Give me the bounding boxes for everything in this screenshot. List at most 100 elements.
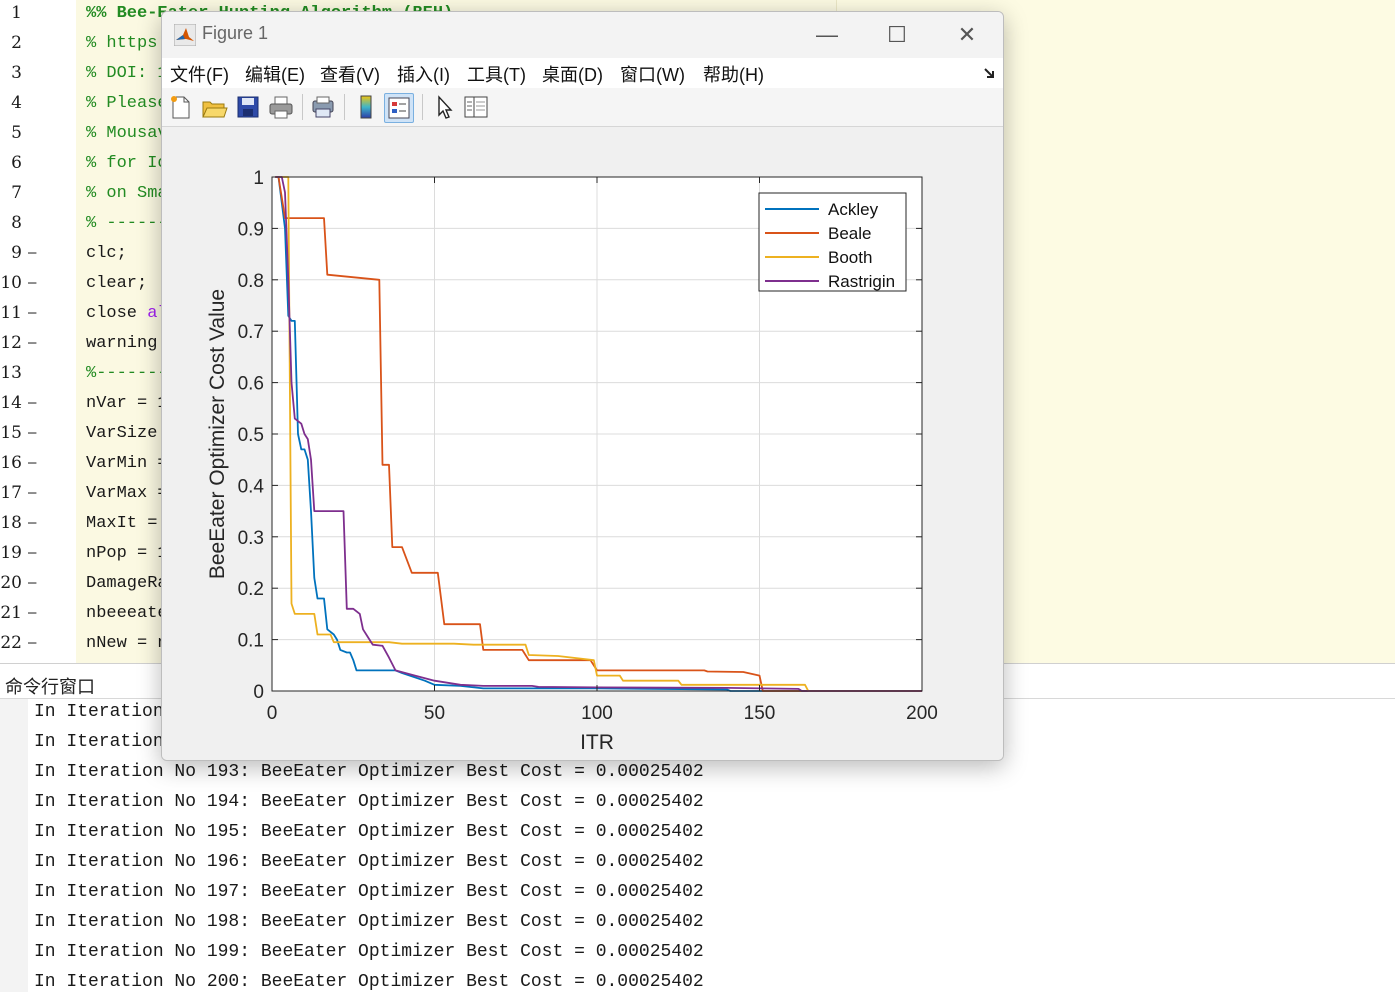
x-tick-label: 200 [906, 703, 938, 724]
menu-insert[interactable]: 插入(I) [397, 61, 450, 87]
legend-button[interactable] [384, 93, 414, 123]
menu-edit[interactable]: 编辑(E) [245, 61, 305, 87]
code-line: MaxIt = [86, 514, 157, 533]
y-tick-label: 0.4 [238, 476, 265, 497]
close-icon: ✕ [957, 22, 977, 47]
figure-titlebar[interactable]: Figure 1 — ☐ ✕ [162, 12, 1003, 58]
line-number: 21 [0, 603, 22, 623]
breakpoint-marker[interactable]: — [28, 425, 36, 441]
code-line: % on Sma [86, 184, 168, 203]
pointer-icon [438, 95, 453, 119]
line-number: 6 [11, 153, 22, 173]
code-token: % DOI: 1 [86, 64, 168, 83]
close-button[interactable]: ✕ [947, 20, 987, 50]
code-token: VarMax = [86, 484, 168, 503]
breakpoint-marker[interactable]: — [28, 335, 36, 351]
y-tick-label: 0.5 [238, 425, 264, 446]
code-token: warning [86, 334, 158, 353]
breakpoint-marker[interactable]: — [28, 575, 36, 591]
code-token: nPop = 1 [86, 544, 168, 563]
code-line: VarMin = [86, 454, 168, 473]
figure-window[interactable]: Figure 1 — ☐ ✕ 文件(F) 编辑(E) 查看(V) 插入(I) 工… [161, 11, 1004, 761]
line-number: 14 [0, 393, 22, 413]
minimize-button[interactable]: — [807, 20, 847, 50]
line-number: 3 [11, 63, 22, 83]
code-token: clc; [86, 244, 127, 263]
legend-label: Rastrigin [828, 272, 895, 291]
code-token: VarMin = [86, 454, 168, 473]
code-line: nVar = 1 [86, 394, 168, 413]
menu-view[interactable]: 查看(V) [320, 61, 380, 87]
maximize-button[interactable]: ☐ [877, 20, 917, 50]
figure-toolbar [162, 88, 1003, 127]
save-button[interactable] [234, 93, 262, 121]
property-inspector-button[interactable] [462, 93, 490, 121]
print-button[interactable] [267, 93, 295, 121]
breakpoint-marker[interactable]: — [28, 245, 36, 261]
y-tick-label: 0.3 [238, 528, 264, 549]
line-number: 20 [0, 573, 22, 593]
x-tick-label: 0 [267, 703, 278, 724]
breakpoint-marker[interactable]: — [28, 275, 36, 291]
dock-arrow-icon[interactable] [984, 68, 996, 80]
menu-window[interactable]: 窗口(W) [620, 61, 685, 87]
print-preview-icon [312, 96, 334, 118]
menu-help[interactable]: 帮助(H) [703, 61, 764, 87]
line-number: 13 [0, 363, 22, 383]
menu-tools[interactable]: 工具(T) [467, 61, 526, 87]
plot-area: 0 50 100 150 200 0 0.1 0.2 0.3 0.4 0.5 0.6 0.7 0.8 0.9… [162, 127, 1003, 760]
line-number: 18 [0, 513, 22, 533]
code-line: close al [86, 304, 168, 323]
menu-file[interactable]: 文件(F) [170, 61, 229, 87]
code-line: % https: [86, 34, 168, 53]
code-token: close [86, 304, 148, 323]
code-line: % ------ [86, 214, 168, 233]
code-token: % for Io [86, 154, 168, 173]
code-line: nPop = 1 [86, 544, 168, 563]
y-tick-label: 1 [253, 168, 264, 189]
open-file-button[interactable] [200, 93, 228, 121]
code-token: % https: [86, 34, 168, 53]
toolbar-separator [422, 94, 423, 120]
new-figure-icon [171, 96, 190, 119]
menu-desktop[interactable]: 桌面(D) [542, 61, 603, 87]
command-output-line: In Iteration No 197: BeeEater Optimizer … [34, 882, 704, 902]
print-preview-button[interactable] [309, 93, 337, 121]
command-output-line: In Iteration No 200: BeeEater Optimizer … [34, 972, 704, 992]
command-output-line: In Iteration No 199: BeeEater Optimizer … [34, 942, 704, 962]
y-tick-label: 0.7 [238, 322, 264, 343]
line-number: 7 [11, 183, 22, 203]
code-line: % DOI: 1 [86, 64, 168, 83]
line-number: 9 [11, 243, 22, 263]
legend-label: Beale [828, 224, 871, 243]
line-number: 2 [11, 33, 22, 53]
code-token: % Mousav [86, 124, 168, 143]
legend[interactable]: Ackley Beale Booth Rastrigin [758, 192, 907, 292]
breakpoint-marker[interactable]: — [28, 455, 36, 471]
code-line: VarMax = [86, 484, 168, 503]
colorbar-icon [360, 95, 372, 119]
command-output-line: In Iteration No 198: BeeEater Optimizer … [34, 912, 704, 932]
line-chart[interactable]: 0 50 100 150 200 0 0.1 0.2 0.3 0.4 0.5 0.6 0.7 0.8 0.9… [162, 127, 1003, 760]
code-token: % Please [86, 94, 168, 113]
line-number-gutter: 1 2 3 4 5 6 7 8 9—10—11—12—13 14—15—16—17—18—19—2… [0, 0, 48, 663]
edit-plot-button[interactable] [430, 93, 458, 121]
code-token: MaxIt = [86, 514, 158, 533]
new-figure-button[interactable] [167, 93, 195, 121]
breakpoint-marker[interactable]: — [28, 545, 36, 561]
line-number: 11 [0, 303, 22, 323]
breakpoint-marker[interactable]: — [28, 605, 36, 621]
breakpoint-marker[interactable]: — [28, 395, 36, 411]
colorbar-button[interactable] [352, 93, 380, 121]
breakpoint-marker[interactable]: — [28, 485, 36, 501]
line-number: 22 [0, 633, 22, 653]
save-icon [237, 96, 259, 118]
breakpoint-marker[interactable]: — [28, 515, 36, 531]
line-number: 10 [0, 273, 22, 293]
line-number: 8 [11, 213, 22, 233]
breakpoint-marker[interactable]: — [28, 305, 36, 321]
y-tick-label: 0.9 [238, 219, 264, 240]
code-line: nNew = n [86, 634, 168, 653]
breakpoint-marker[interactable]: — [28, 635, 36, 651]
command-output-line: In Iteration No 195: BeeEater Optimizer … [34, 822, 704, 842]
